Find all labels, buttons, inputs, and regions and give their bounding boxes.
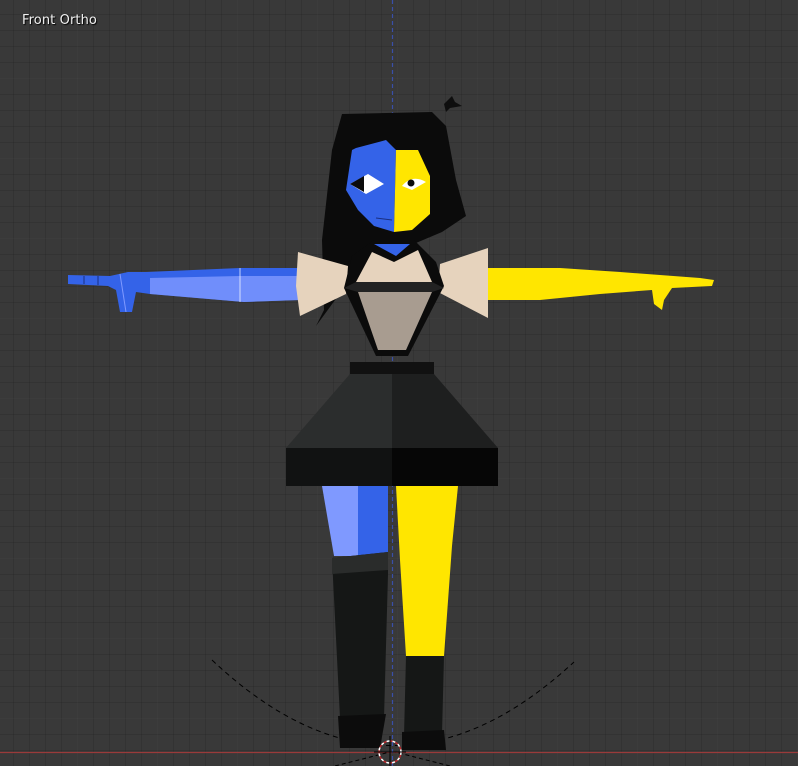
left-boot-foot xyxy=(338,714,386,748)
right-boot xyxy=(404,656,444,736)
skirt-hem-right xyxy=(392,448,498,486)
left-arm-shade xyxy=(150,276,300,302)
right-eye-pupil xyxy=(407,179,415,187)
skirt-left xyxy=(286,374,392,448)
skirt-hem-left xyxy=(286,448,392,486)
camera-line-right xyxy=(394,751,451,766)
bodice-band xyxy=(344,282,444,292)
left-boot xyxy=(332,552,388,718)
3d-viewport[interactable]: Front Ortho xyxy=(0,0,798,766)
right-leg xyxy=(396,486,458,656)
skirt-right xyxy=(392,374,498,448)
right-sleeve xyxy=(438,248,488,318)
viewport-scene[interactable] xyxy=(0,0,798,766)
light-icon[interactable] xyxy=(444,96,462,112)
right-boot-foot xyxy=(402,730,446,750)
right-arm xyxy=(486,268,714,310)
character-mesh[interactable] xyxy=(68,96,714,750)
waist-belt xyxy=(350,362,434,374)
left-thigh xyxy=(358,486,388,556)
